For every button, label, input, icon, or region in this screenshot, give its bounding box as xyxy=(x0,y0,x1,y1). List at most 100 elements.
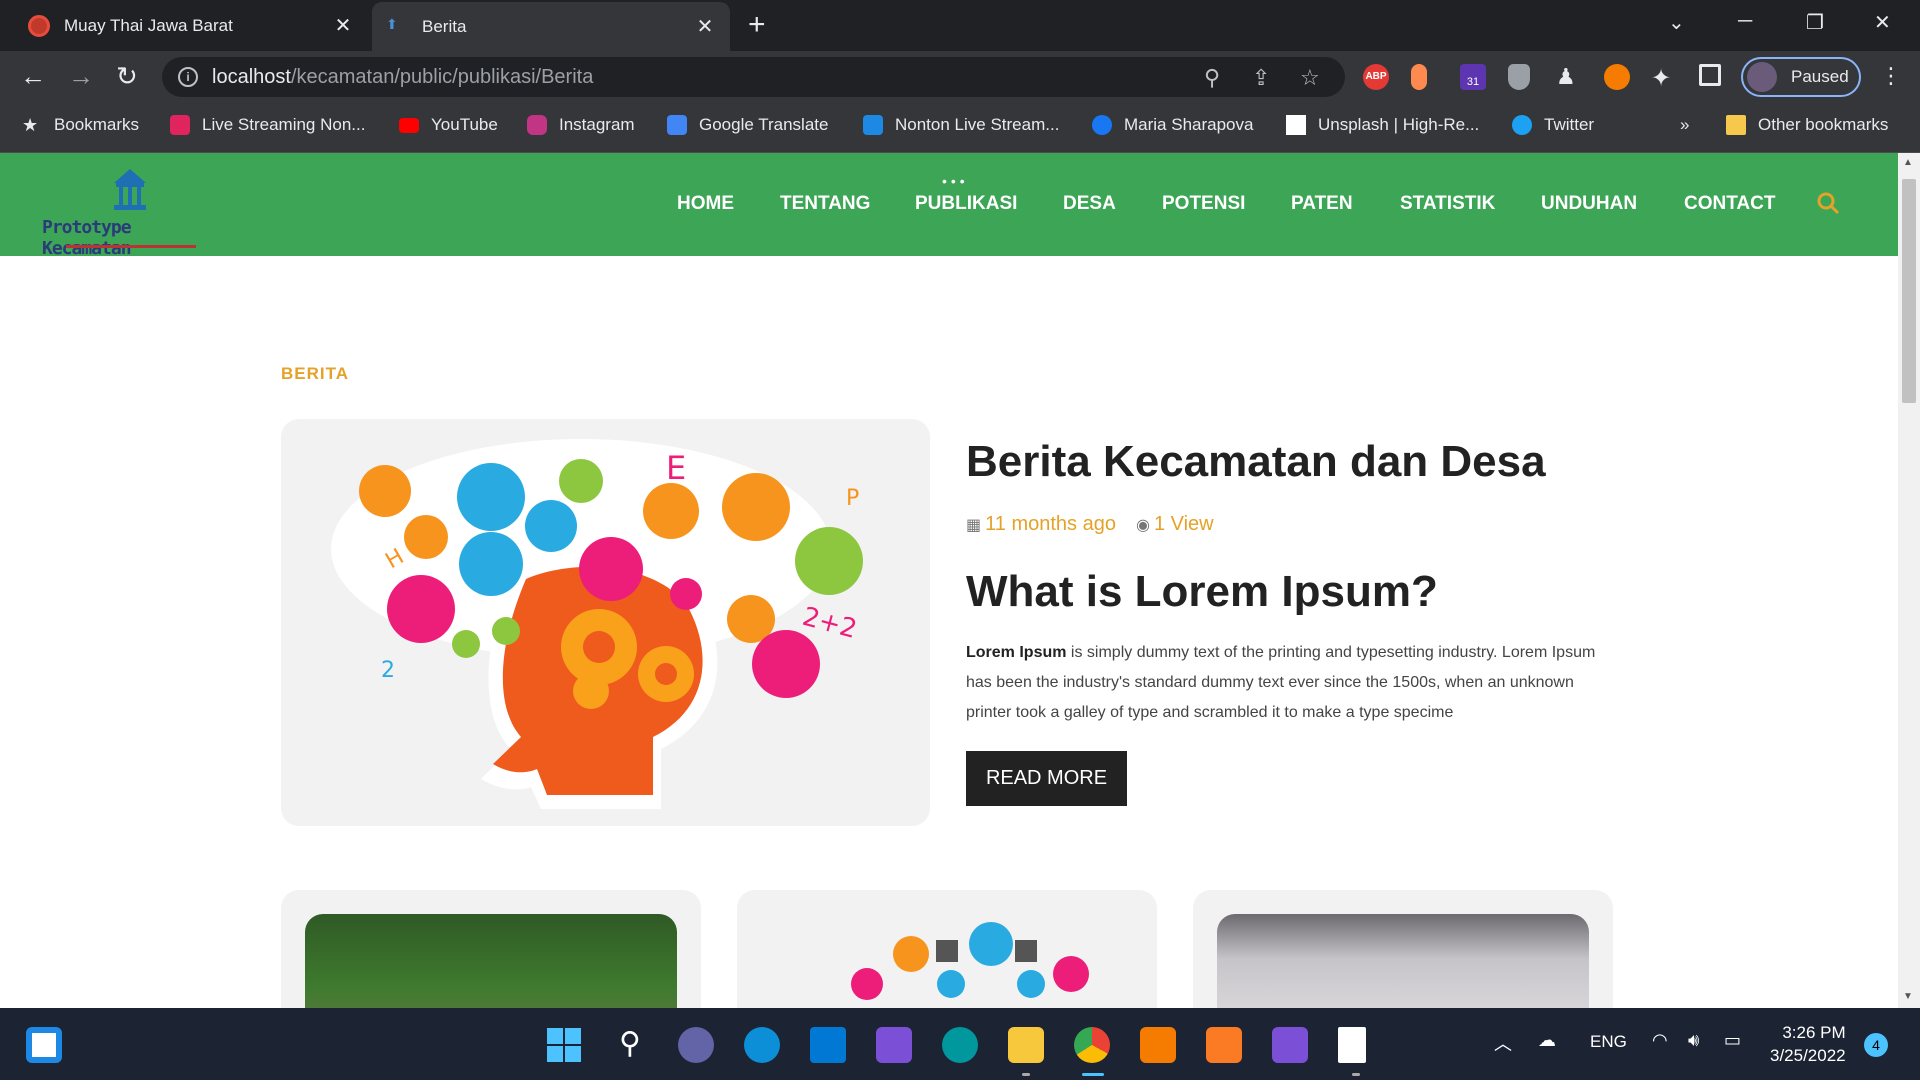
news-card-image xyxy=(305,914,677,1008)
nav-tentang[interactable]: TENTANG xyxy=(780,193,870,215)
new-tab-icon[interactable]: + xyxy=(748,8,766,42)
tab-muay-thai[interactable]: Muay Thai Jawa Barat ✕ xyxy=(14,0,368,51)
battery-icon[interactable]: ▭ xyxy=(1724,1030,1741,1051)
clock-time: 3:26 PM xyxy=(1782,1023,1846,1042)
nav-home[interactable]: HOME xyxy=(677,193,734,215)
news-card[interactable] xyxy=(1193,890,1613,1008)
bookmark-item[interactable]: Maria Sharapova xyxy=(1092,115,1253,135)
scroll-up-icon[interactable]: ▲ xyxy=(1903,157,1913,168)
volume-icon[interactable]: 🔊︎ xyxy=(1688,1030,1699,1051)
site-info-icon[interactable]: i xyxy=(178,67,198,87)
teams-chat-icon[interactable] xyxy=(678,1027,714,1063)
search-icon[interactable] xyxy=(1816,191,1840,215)
nav-contact[interactable]: CONTACT xyxy=(1684,193,1775,215)
close-tab-icon[interactable]: ✕ xyxy=(332,13,354,38)
side-panel-icon[interactable] xyxy=(1699,64,1721,86)
shield-icon[interactable] xyxy=(1508,64,1530,90)
search-icon[interactable]: ⚲ xyxy=(612,1027,648,1063)
translate-icon xyxy=(667,115,687,135)
news-title[interactable]: Berita Kecamatan dan Desa xyxy=(966,437,1546,487)
profile-button[interactable]: Paused xyxy=(1741,57,1861,97)
news-card[interactable] xyxy=(737,890,1157,1008)
tab-title: Muay Thai Jawa Barat xyxy=(64,15,233,35)
widgets-icon[interactable] xyxy=(26,1027,62,1063)
document-icon[interactable] xyxy=(1338,1027,1366,1063)
bookmark-item[interactable]: Google Translate xyxy=(667,115,828,135)
other-bookmarks[interactable]: Other bookmarks xyxy=(1726,115,1888,135)
calendar-extension-icon[interactable]: 31 xyxy=(1460,64,1486,90)
folder-icon xyxy=(1726,115,1746,135)
zoom-icon[interactable]: ⚲ xyxy=(1204,65,1220,91)
tab-strip: Muay Thai Jawa Barat ✕ ⬆ Berita ✕ + ⌄ ─ … xyxy=(0,0,1920,51)
logo-underline xyxy=(66,245,196,248)
chrome-icon[interactable] xyxy=(1074,1027,1110,1063)
url-host: localhost xyxy=(212,65,291,88)
bookmark-item[interactable]: Unsplash | High-Re... xyxy=(1286,115,1479,135)
svg-text:P: P xyxy=(846,486,859,511)
address-bar[interactable]: i localhost/kecamatan/public/publikasi/B… xyxy=(162,57,1345,97)
article-excerpt: Lorem Ipsum is simply dummy text of the … xyxy=(966,638,1616,728)
nav-publikasi[interactable]: PUBLIKASI xyxy=(915,193,1017,215)
site-logo[interactable]: Prototype Kecamatan xyxy=(42,167,217,259)
share-icon[interactable]: ⇪ xyxy=(1252,65,1270,91)
bookmark-star-icon[interactable]: ☆ xyxy=(1300,65,1320,91)
tab-search-icon[interactable]: ⌄ xyxy=(1668,10,1685,35)
edge-icon[interactable] xyxy=(744,1027,780,1063)
profile-status: Paused xyxy=(1791,67,1849,86)
nav-unduhan[interactable]: UNDUHAN xyxy=(1541,193,1637,215)
extensions-puzzle-icon[interactable]: ✦ xyxy=(1651,64,1677,92)
reload-icon[interactable]: ↻ xyxy=(116,61,138,91)
nav-paten[interactable]: PATEN xyxy=(1291,193,1353,215)
svg-text:2: 2 xyxy=(381,658,395,683)
close-window-icon[interactable]: ✕ xyxy=(1874,10,1891,35)
forward-icon[interactable]: → xyxy=(68,61,94,91)
language-indicator[interactable]: ENG xyxy=(1590,1032,1627,1052)
bookmark-item[interactable]: Nonton Live Stream... xyxy=(863,115,1059,135)
featured-news-image[interactable]: H E 2+2 2+2 2 P xyxy=(281,419,930,826)
close-tab-icon[interactable]: ✕ xyxy=(694,14,716,39)
bookmark-item[interactable]: Twitter xyxy=(1512,115,1594,135)
start-icon[interactable] xyxy=(546,1027,582,1063)
tab-berita[interactable]: ⬆ Berita ✕ xyxy=(372,2,730,51)
penguin-extension-icon[interactable]: ♟ xyxy=(1556,64,1582,90)
xampp-icon[interactable] xyxy=(1206,1027,1242,1063)
minimize-icon[interactable]: ─ xyxy=(1738,10,1752,33)
read-more-button[interactable]: READ MORE xyxy=(966,751,1127,806)
vscode-icon[interactable] xyxy=(810,1027,846,1063)
visual-studio-icon[interactable] xyxy=(1272,1027,1308,1063)
bookmark-item[interactable]: YouTube xyxy=(399,115,498,135)
file-explorer-icon[interactable] xyxy=(1008,1027,1044,1063)
notification-badge[interactable]: 4 xyxy=(1864,1033,1888,1057)
nav-potensi[interactable]: POTENSI xyxy=(1162,193,1245,215)
restore-icon[interactable]: ❐ xyxy=(1806,10,1824,35)
running-indicator xyxy=(1022,1073,1030,1076)
browser-toolbar: ← → ↻ i localhost/kecamatan/public/publi… xyxy=(0,51,1920,103)
menu-kebab-icon[interactable]: ⋮ xyxy=(1880,61,1902,91)
tab-title: Berita xyxy=(422,16,467,36)
back-icon[interactable]: ← xyxy=(20,61,46,91)
clock[interactable]: 3:26 PM 3/25/2022 xyxy=(1770,1021,1846,1067)
adblock-icon[interactable]: ABP xyxy=(1363,64,1389,90)
onedrive-icon[interactable]: ☁ xyxy=(1538,1030,1556,1051)
youtube-icon xyxy=(399,117,419,133)
arduino-icon[interactable] xyxy=(942,1027,978,1063)
visual-studio-icon[interactable] xyxy=(876,1027,912,1063)
scroll-down-icon[interactable]: ▼ xyxy=(1903,991,1913,1002)
bookmarks-overflow-button[interactable]: » xyxy=(1680,115,1689,135)
extension-icon[interactable] xyxy=(1411,64,1427,90)
scrollbar-thumb[interactable] xyxy=(1902,179,1916,403)
sublime-icon[interactable] xyxy=(1140,1027,1176,1063)
svg-text:E: E xyxy=(666,449,686,487)
page-scrollbar[interactable]: ▲ ▼ xyxy=(1898,153,1920,1008)
extension-orb-icon[interactable] xyxy=(1604,64,1630,90)
bookmark-item[interactable]: Instagram xyxy=(527,115,635,135)
wifi-icon[interactable]: ◠ xyxy=(1652,1030,1668,1051)
news-card[interactable] xyxy=(281,890,701,1008)
nav-desa[interactable]: DESA xyxy=(1063,193,1116,215)
bookmark-item[interactable]: ★ Bookmarks xyxy=(22,115,139,135)
overflow-chevron-icon: » xyxy=(1680,115,1690,134)
nav-statistik[interactable]: STATISTIK xyxy=(1400,193,1495,215)
bookmark-item[interactable]: Live Streaming Non... xyxy=(170,115,365,135)
tray-chevron-icon[interactable]: ︿ xyxy=(1494,1030,1512,1056)
view-count: 1 View xyxy=(1153,513,1214,535)
